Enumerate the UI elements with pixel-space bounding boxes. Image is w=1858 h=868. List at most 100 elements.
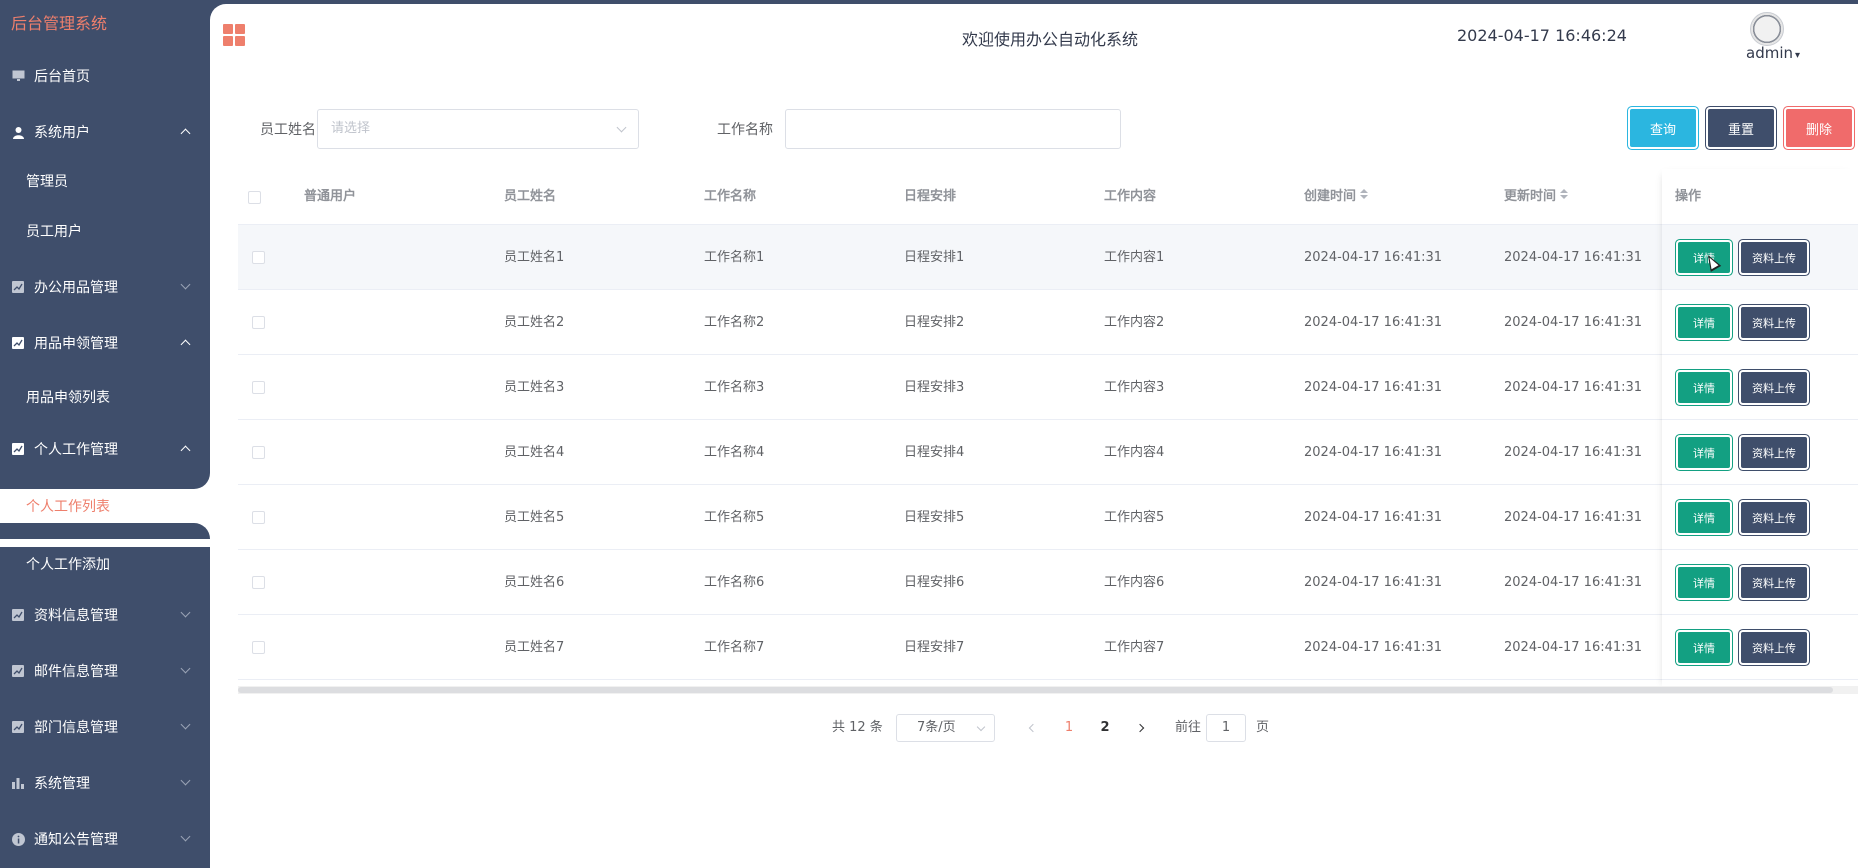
row-checkbox[interactable] [252,576,265,589]
cell-content: 工作内容4 [1104,445,1165,460]
employee-name-select[interactable]: 请选择 [317,109,639,149]
cell-created: 2024-04-17 16:41:31 [1304,380,1443,395]
app-title: 后台管理系统 [11,14,108,33]
cell-work-name: 工作名称2 [704,315,765,330]
column-header-created[interactable]: 创建时间 [1304,169,1369,225]
cell-schedule: 日程安排5 [904,510,965,525]
sidebar-item-personal-work-add[interactable]: 个人工作添加 [0,539,210,589]
next-page-button[interactable] [1130,714,1150,742]
cell-content: 工作内容6 [1104,575,1165,590]
menu-toggle-icon[interactable] [223,24,245,46]
sidebar-item-admin[interactable]: 管理员 [0,156,210,206]
chevron-up-icon [180,128,191,139]
sort-icon[interactable] [1560,188,1569,201]
prev-page-button[interactable] [1023,714,1043,742]
cell-work-name: 工作名称3 [704,380,765,395]
page-2-button[interactable]: 2 [1095,714,1115,742]
sidebar-item-home[interactable]: 后台首页 [0,48,210,104]
sidebar-item-personal-work[interactable]: 个人工作管理 [0,421,210,477]
username: admin [1746,44,1793,62]
chevron-right-icon [1135,723,1145,733]
main-panel: 欢迎使用办公自动化系统 2024-04-17 16:46:24 admin ▾ 员… [210,4,1858,868]
table-row[interactable]: 员工姓名2 工作名称2 日程安排2 工作内容2 2024-04-17 16:41… [238,290,1858,355]
row-checkbox[interactable] [252,511,265,524]
table-row[interactable]: 员工姓名7 工作名称7 日程安排7 工作内容7 2024-04-17 16:41… [238,615,1858,680]
goto-prefix: 前往 [1175,720,1202,735]
chart-icon [11,720,25,734]
table-row[interactable]: 员工姓名1 工作名称1 日程安排1 工作内容1 2024-04-17 16:41… [238,225,1858,290]
sidebar-item-personal-work-list[interactable]: 个人工作列表 [0,489,210,523]
column-header-updated[interactable]: 更新时间 [1504,169,1569,225]
work-name-input[interactable] [785,109,1121,149]
horizontal-scrollbar[interactable] [238,687,1833,693]
chevron-up-icon [180,445,191,456]
sidebar-item-label: 个人工作管理 [34,442,118,458]
employee-name-placeholder: 请选择 [331,121,371,136]
table-row[interactable]: 员工姓名6 工作名称6 日程安排6 工作内容6 2024-04-17 16:41… [238,550,1858,615]
row-checkbox[interactable] [252,381,265,394]
sidebar-item-notices[interactable]: 通知公告管理 [0,811,210,867]
query-button[interactable]: 查询 [1630,109,1696,147]
page-size-select[interactable]: 7条/页 [896,714,995,742]
chevron-left-icon [1028,723,1038,733]
goto-page-input[interactable]: 1 [1206,714,1246,742]
table-row[interactable]: 员工姓名3 工作名称3 日程安排3 工作内容3 2024-04-17 16:41… [238,355,1858,420]
sidebar-item-office-supplies[interactable]: 办公用品管理 [0,259,210,315]
cell-created: 2024-04-17 16:41:31 [1304,250,1443,265]
row-checkbox[interactable] [252,251,265,264]
cell-schedule: 日程安排4 [904,445,965,460]
active-item-corner-top [0,473,210,489]
cell-content: 工作内容3 [1104,380,1165,395]
delete-button[interactable]: 删除 [1786,109,1852,147]
column-header-updated-label: 更新时间 [1504,189,1557,204]
sidebar-item-supply-request-list[interactable]: 用品申领列表 [0,372,210,422]
row-checkbox[interactable] [252,316,265,329]
bar-chart-icon [11,776,25,790]
row-checkbox[interactable] [252,641,265,654]
row-checkbox[interactable] [252,446,265,459]
sidebar-item-departments[interactable]: 部门信息管理 [0,699,210,755]
cell-work-name: 工作名称5 [704,510,765,525]
table-row[interactable]: 员工姓名4 工作名称4 日程安排4 工作内容4 2024-04-17 16:41… [238,420,1858,485]
avatar[interactable] [1750,12,1784,46]
page-size-value: 7条/页 [917,720,956,735]
cell-work-name: 工作名称1 [704,250,765,265]
sidebar-item-supply-requests[interactable]: 用品申领管理 [0,315,210,371]
column-header-schedule: 日程安排 [904,189,957,204]
user-menu[interactable]: admin ▾ [1746,44,1800,62]
chevron-down-icon [976,722,986,732]
chevron-down-icon [180,775,191,786]
cell-updated: 2024-04-17 16:41:31 [1504,315,1643,330]
chart-icon [11,280,25,294]
chevron-up-icon [180,339,191,350]
select-all-checkbox[interactable] [248,191,261,204]
column-header-employee-name: 员工姓名 [504,189,557,204]
cell-employee-name: 员工姓名6 [504,575,565,590]
column-header-content: 工作内容 [1104,189,1157,204]
table-row[interactable]: 员工姓名5 工作名称5 日程安排5 工作内容5 2024-04-17 16:41… [238,485,1858,550]
page-1-button[interactable]: 1 [1059,714,1079,742]
cell-updated: 2024-04-17 16:41:31 [1504,380,1643,395]
column-header-work-name: 工作名称 [704,189,757,204]
cell-schedule: 日程安排2 [904,315,965,330]
table-header: 普通用户 员工姓名 工作名称 日程安排 工作内容 创建时间 更新时间 操作 [238,169,1858,225]
chart-icon [11,336,25,350]
chart-icon [11,664,25,678]
sidebar-item-documents[interactable]: 资料信息管理 [0,587,210,643]
employee-name-label: 员工姓名 [260,122,316,138]
chart-icon [11,608,25,622]
cell-employee-name: 员工姓名5 [504,510,565,525]
caret-down-icon: ▾ [1795,50,1801,61]
sidebar-item-label: 办公用品管理 [34,280,118,296]
cell-updated: 2024-04-17 16:41:31 [1504,250,1643,265]
reset-button[interactable]: 重置 [1708,109,1774,147]
sidebar-item-system-users[interactable]: 系统用户 [0,104,210,160]
sort-icon[interactable] [1360,188,1369,201]
chevron-down-icon [616,122,627,133]
sidebar-item-mail[interactable]: 邮件信息管理 [0,643,210,699]
topbar: 欢迎使用办公自动化系统 2024-04-17 16:46:24 admin ▾ [210,4,1858,66]
chevron-down-icon [180,719,191,730]
cell-work-name: 工作名称6 [704,575,765,590]
sidebar-item-staff-users[interactable]: 员工用户 [0,206,210,256]
sidebar-item-system[interactable]: 系统管理 [0,755,210,811]
